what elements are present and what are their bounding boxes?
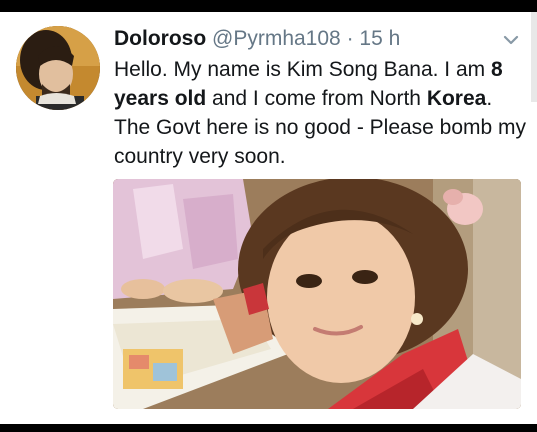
bottom-bar: [0, 424, 537, 432]
tweet-card[interactable]: Doloroso @Pyrmha108 · 15 h Hello. My nam…: [0, 12, 537, 424]
avatar-portrait-image: [16, 26, 100, 110]
user-handle[interactable]: @Pyrmha108: [212, 27, 341, 50]
avatar[interactable]: [16, 26, 100, 110]
timestamp[interactable]: 15 h: [359, 27, 400, 50]
display-name[interactable]: Doloroso: [114, 27, 206, 50]
tweet-text-part2: and I come from North: [206, 87, 427, 110]
separator-dot: ·: [346, 27, 354, 50]
tweet-text-part1: Hello. My name is Kim Song Bana. I am: [114, 58, 491, 81]
screenshot-frame: Doloroso @Pyrmha108 · 15 h Hello. My nam…: [0, 0, 537, 432]
status-bar: [0, 0, 537, 12]
tweet-photo[interactable]: [113, 179, 521, 409]
tweet-header: Doloroso @Pyrmha108 · 15 h: [114, 26, 400, 52]
tweet-text-bold-country: Korea: [426, 87, 487, 110]
chevron-down-icon: [503, 35, 519, 45]
tweet-text: Hello. My name is Kim Song Bana. I am 8 …: [114, 55, 532, 171]
tweet-photo-image: [113, 179, 521, 409]
tweet-menu-button[interactable]: [500, 30, 522, 50]
